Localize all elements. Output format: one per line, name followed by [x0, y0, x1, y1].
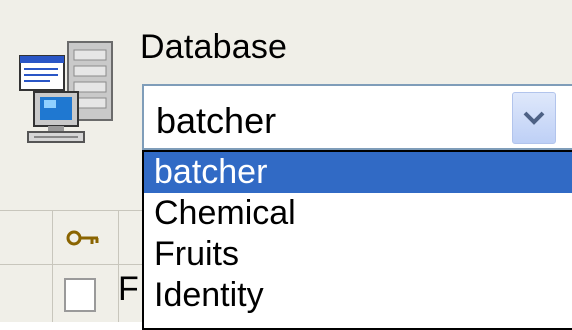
row-field-text: F	[118, 270, 139, 308]
dropdown-arrow-button[interactable]	[512, 92, 556, 144]
grid-row-header	[0, 210, 53, 322]
dropdown-option-identity[interactable]: Identity	[144, 275, 572, 316]
row-checkbox[interactable]	[64, 278, 96, 312]
dropdown-option-batcher[interactable]: batcher	[144, 152, 572, 193]
database-dropdown-list: batcher Chemical Fruits Identity	[142, 150, 572, 330]
dropdown-option-fruits[interactable]: Fruits	[144, 234, 572, 275]
key-icon	[66, 230, 99, 246]
database-select-value: batcher	[156, 100, 277, 141]
chevron-down-icon	[523, 111, 545, 125]
dropdown-option-chemical[interactable]: Chemical	[144, 193, 572, 234]
database-select[interactable]: batcher	[142, 84, 572, 150]
database-label: Database	[140, 28, 288, 66]
database-panel: Database batcher F batcher Chemical Frui…	[0, 0, 572, 330]
computer-database-icon	[19, 41, 113, 143]
